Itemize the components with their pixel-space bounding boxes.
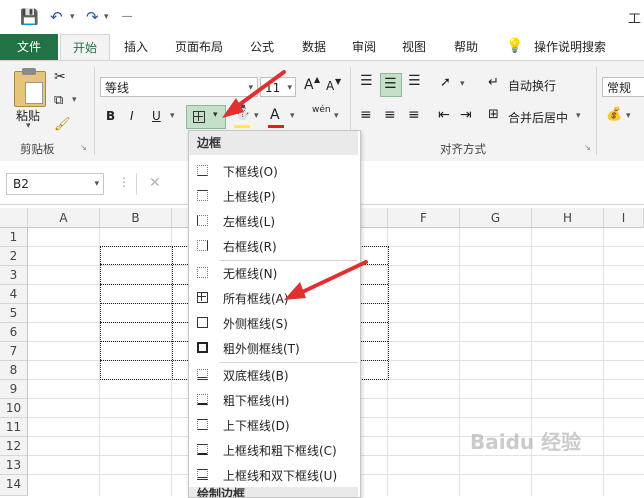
- arrow-to-all-borders: [284, 260, 368, 300]
- arrow-to-borders-button: [222, 70, 286, 118]
- annotation-arrows: [222, 70, 368, 300]
